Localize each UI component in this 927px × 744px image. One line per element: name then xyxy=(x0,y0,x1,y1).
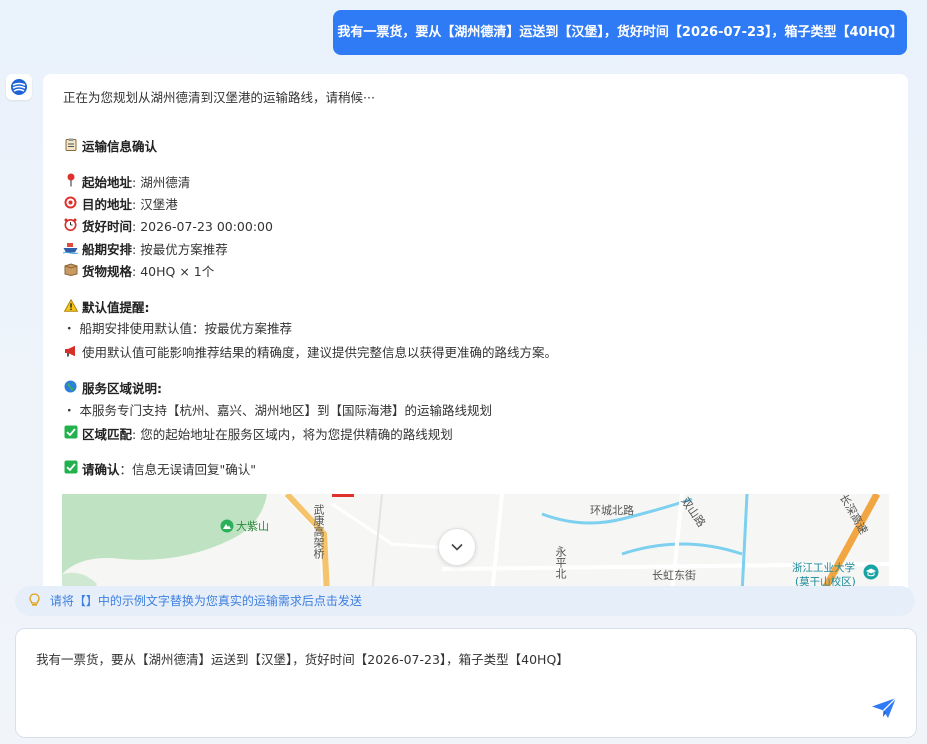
map-label-text: 大紫山 xyxy=(236,520,269,533)
school-poi-icon xyxy=(863,564,879,584)
service-title-row: 服务区域说明: xyxy=(63,380,162,398)
field-value: : 汉堡港 xyxy=(132,197,178,212)
scroll-down-button[interactable] xyxy=(438,528,476,566)
map-road-yongping: 永平北 xyxy=(554,546,567,579)
map-road-wukang: 武康高架桥 xyxy=(312,504,325,559)
user-message-bubble: 我有一票货，要从【湖州德清】运送到【汉堡】，货好时间【2026-07-23】，箱… xyxy=(333,10,907,55)
clipboard-icon xyxy=(63,138,78,156)
field-label: 货好时间 xyxy=(82,219,133,234)
globe-icon xyxy=(63,380,78,398)
check-icon xyxy=(63,425,78,444)
map-road-changhong: 长虹东街 xyxy=(652,569,696,582)
field-row-destination: 目的地址: 汉堡港 xyxy=(63,196,178,214)
default-title: 默认值提醒 xyxy=(82,300,145,315)
field-row-origin: 起始地址: 湖州德清 xyxy=(63,173,190,192)
field-label: 起始地址 xyxy=(82,175,133,190)
bot-logo-icon xyxy=(11,79,27,95)
message-input-box[interactable]: 我有一票货，要从【湖州德清】运送到【汉堡】，货好时间【2026-07-23】，箱… xyxy=(15,628,917,738)
default-title-row: 默认值提醒: xyxy=(63,298,150,317)
warning-icon xyxy=(63,298,78,317)
target-icon xyxy=(63,196,78,214)
field-value: : 2026-07-23 00:00:00 xyxy=(132,219,273,234)
default-note: 使用默认值可能影响推荐结果的精确度，建议提供完整信息以获得更准确的路线方案。 xyxy=(82,345,558,360)
confirm-row: 请确认：信息无误请回复"确认" xyxy=(63,460,256,479)
match-label: 区域匹配 xyxy=(82,427,133,442)
bot-message-card: 正在为您规划从湖州德清到汉堡港的运输路线，请稍候··· 运输信息确认 起始地址:… xyxy=(43,74,908,594)
field-label: 货物规格 xyxy=(82,264,133,279)
field-row-schedule: 船期安排: 按最优方案推荐 xyxy=(62,241,228,259)
confirm-text: ：信息无误请回复"确认" xyxy=(119,462,257,477)
info-title: 运输信息确认 xyxy=(82,139,158,154)
pushpin-icon xyxy=(63,173,78,192)
bot-avatar xyxy=(6,74,32,100)
map-poi-zhegong: 浙江工业大学 xyxy=(792,562,855,574)
field-row-cargo: 货物规格: 40HQ × 1个 xyxy=(63,263,214,281)
match-text: : 您的起始地址在服务区域内，将为您提供精确的路线规划 xyxy=(132,427,453,442)
hint-bar: 请将【】中的示例文字替换为您真实的运输需求后点击发送 xyxy=(15,586,915,616)
service-title: 服务区域说明 xyxy=(82,381,158,396)
field-value: : 按最优方案推荐 xyxy=(132,242,228,257)
service-item: ・ 本服务专门支持【杭州、嘉兴、湖州地区】到【国际海港】的运输路线规划 xyxy=(63,403,492,418)
map-poi-dazishan: 大紫山 xyxy=(220,518,269,534)
default-item: ・ 船期安排使用默认值：按最优方案推荐 xyxy=(63,321,292,336)
hint-text: 请将【】中的示例文字替换为您真实的运输需求后点击发送 xyxy=(49,594,362,608)
bot-intro-text: 正在为您规划从湖州德清到汉堡港的运输路线，请稍候··· xyxy=(63,90,375,105)
megaphone-icon xyxy=(63,344,78,362)
chevron-down-icon xyxy=(451,543,463,551)
package-icon xyxy=(63,263,78,281)
field-value: : 40HQ × 1个 xyxy=(132,264,215,279)
mountain-poi-icon xyxy=(220,519,234,533)
info-title-row: 运输信息确认 xyxy=(63,138,157,156)
default-title-colon: : xyxy=(144,300,150,315)
lightbulb-icon xyxy=(29,593,44,608)
send-icon xyxy=(872,697,897,718)
check-icon xyxy=(63,460,78,479)
default-note-row: 使用默认值可能影响推荐结果的精确度，建议提供完整信息以获得更准确的路线方案。 xyxy=(63,344,557,362)
message-input[interactable]: 我有一票货，要从【湖州德清】运送到【汉堡】，货好时间【2026-07-23】，箱… xyxy=(36,649,569,668)
field-value: : 湖州德清 xyxy=(132,175,191,190)
confirm-label: 请确认 xyxy=(82,462,120,477)
field-label: 船期安排 xyxy=(82,242,133,257)
alarm-clock-icon xyxy=(63,218,78,236)
ship-icon xyxy=(62,241,79,259)
field-row-ready-time: 货好时间: 2026-07-23 00:00:00 xyxy=(63,218,273,236)
map-road-huancheng: 环城北路 xyxy=(590,504,634,517)
service-title-colon: : xyxy=(157,381,163,396)
match-row: 区域匹配: 您的起始地址在服务区域内，将为您提供精确的路线规划 xyxy=(63,425,453,444)
field-label: 目的地址 xyxy=(82,197,133,212)
send-button[interactable] xyxy=(869,693,899,723)
